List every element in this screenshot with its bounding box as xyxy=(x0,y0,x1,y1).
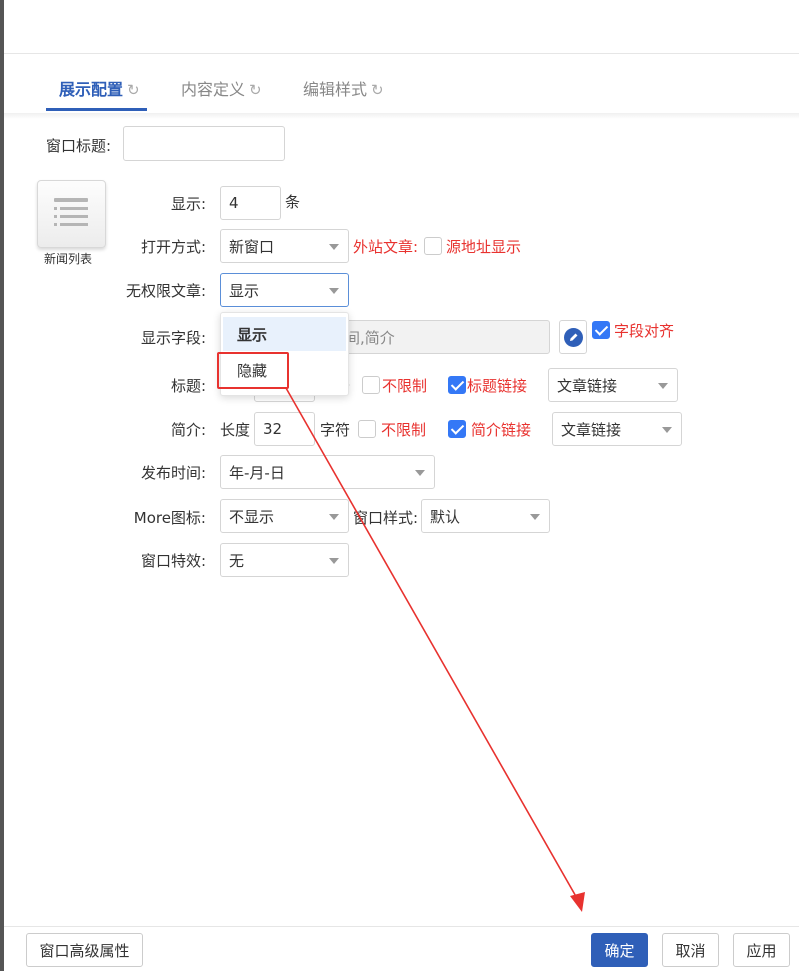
footer-divider xyxy=(4,926,799,927)
confirm-button[interactable]: 确定 xyxy=(591,933,648,967)
cancel-button[interactable]: 取消 xyxy=(662,933,719,967)
apply-button[interactable]: 应用 xyxy=(733,933,790,967)
annotation-arrow xyxy=(285,387,585,912)
advanced-properties-button[interactable]: 窗口高级属性 xyxy=(26,933,143,967)
